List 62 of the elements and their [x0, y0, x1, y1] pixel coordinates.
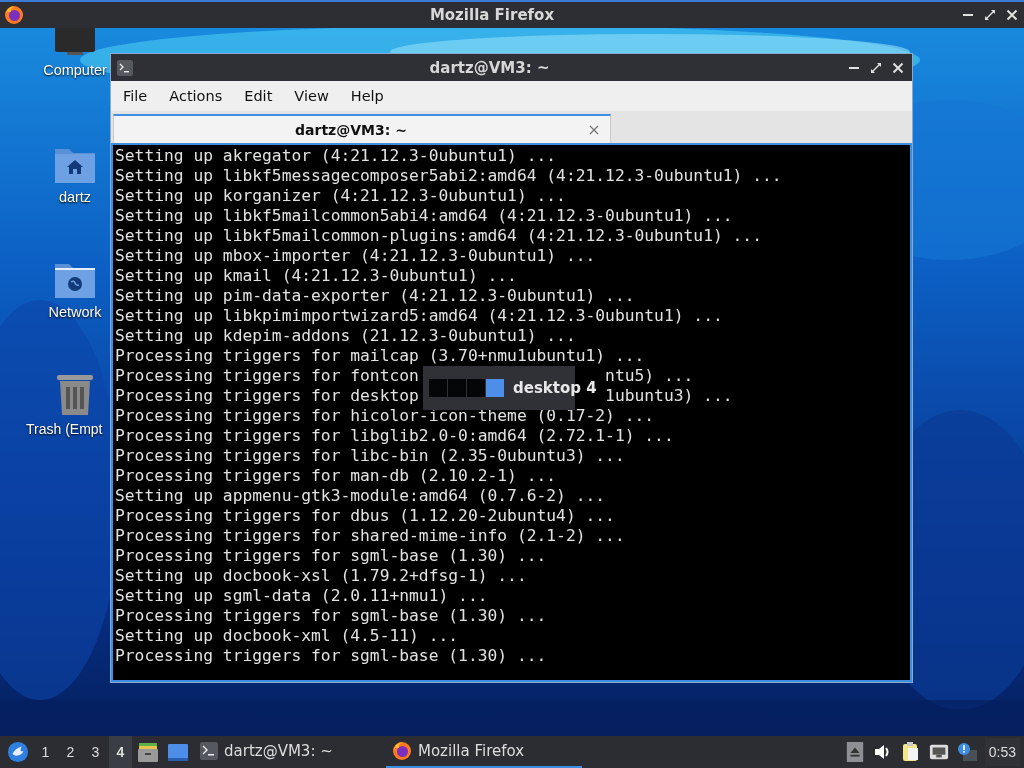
terminal-line: Setting up kmail (4:21.12.3-0ubuntu1) ... — [115, 266, 517, 286]
terminal-line: Setting up kdepim-addons (21.12.3-0ubuntu1) ... — [115, 326, 576, 346]
workspace-button[interactable]: 1 — [34, 736, 57, 768]
icon-label[interactable]: Trash (Empt — [26, 421, 103, 437]
terminal-line: Processing triggers for sgml-base (1.30) ... — [115, 606, 547, 626]
icon-label[interactable]: Network — [48, 304, 102, 320]
terminal-line: Setting up libkf5mailcommon5abi4:amd64 (4:21.12.3-0ubuntu1) ... — [115, 206, 733, 226]
terminal-icon — [200, 742, 218, 760]
terminal-line: Processing triggers for dbus (1.12.20-2ubuntu4) ... — [115, 506, 615, 526]
clipboard-icon[interactable] — [900, 742, 921, 762]
taskbar-task[interactable]: Mozilla Firefox — [386, 736, 582, 768]
terminal-line: 1ubuntu3) ... — [605, 386, 733, 406]
desktop-label: desktop 4 — [513, 379, 597, 397]
terminal-line: Processing triggers for desktop — [115, 386, 419, 406]
window-title: dartz@VM3: ~ — [428, 58, 551, 77]
terminal-line: Setting up docbook-xsl (1.79.2+dfsg-1) ... — [115, 566, 527, 586]
clock[interactable]: 0:53 — [984, 738, 1020, 766]
terminal-line: Setting up mbox-importer (4:21.12.3-0ubuntu1) ... — [115, 246, 596, 266]
start-menu-icon[interactable] — [7, 741, 29, 763]
workspace-button[interactable]: 4 — [109, 736, 132, 768]
firefox-icon — [392, 741, 412, 761]
terminal-line: Processing triggers for shared-mime-info (2.1-2) ... — [115, 526, 625, 546]
computer-icon[interactable] — [53, 26, 97, 56]
window-title: Mozilla Firefox — [428, 6, 556, 24]
terminal-line: Setting up libkf5mailcommon-plugins:amd64 (4:21.12.3-0ubuntu1) ... — [115, 226, 762, 246]
menu-item[interactable]: Edit — [236, 88, 281, 104]
terminal-icon — [117, 59, 133, 76]
terminal-line: Setting up pim-data-exporter (4:21.12.3-0ubuntu1) ... — [115, 286, 635, 306]
terminal-line: Processing triggers for libglib2.0-0:amd64 (2.72.1-1) ... — [115, 426, 674, 446]
terminal-line: Setting up libkpimimportwizard5:amd64 (4:21.12.3-0ubuntu1) ... — [115, 306, 723, 326]
menu-item[interactable]: Help — [342, 88, 392, 104]
terminal-tab[interactable]: dartz@VM3: ~ — [113, 114, 611, 143]
notification-icon[interactable] — [956, 742, 977, 762]
terminal-line: Setting up libkf5messagecomposer5abi2:amd64 (4:21.12.3-0ubuntu1) ... — [115, 166, 782, 186]
terminal-line: Processing triggers for sgml-base (1.30) ... — [115, 546, 547, 566]
workspace-button[interactable]: 3 — [84, 736, 107, 768]
icon-label[interactable]: dartz — [58, 189, 92, 205]
close-icon[interactable] — [1004, 7, 1020, 23]
terminal-line: Processing triggers for mailcap (3.70+nmu1ubuntu1) ... — [115, 346, 645, 366]
menu-item[interactable]: File — [115, 88, 156, 104]
terminal-line: Setting up docbook-xml (4.5-11) ... — [115, 626, 459, 646]
terminal-line: Processing triggers for man-db (2.10.2-1) ... — [115, 466, 557, 486]
terminal-line: Setting up appmenu-gtk3-module:amd64 (0.7.6-2) ... — [115, 486, 606, 506]
icon-label[interactable]: Computer — [43, 62, 107, 78]
terminal-line: Processing triggers for fontcon — [115, 366, 419, 386]
menu-item[interactable]: Actions — [161, 88, 231, 104]
eject-icon[interactable] — [844, 742, 865, 762]
show-desktop-icon[interactable] — [167, 741, 189, 763]
taskbar-task[interactable]: dartz@VM3: ~ — [194, 736, 384, 768]
firefox-icon[interactable] — [4, 5, 24, 25]
terminal-line: Setting up korganizer (4:21.12.3-0ubuntu1) ... — [115, 186, 566, 206]
maximize-icon[interactable] — [982, 7, 998, 23]
terminal-line: Processing triggers for libc-bin (2.35-0ubuntu3) ... — [115, 446, 625, 466]
network-icon[interactable] — [928, 742, 949, 762]
terminal-line: ntu5) ... — [605, 366, 694, 386]
file-cabinet-icon[interactable] — [137, 741, 159, 763]
terminal-line: Processing triggers for hicolor-icon-theme (0.17-2) ... — [115, 406, 655, 426]
menu-item[interactable]: View — [286, 88, 337, 104]
terminal-line: Setting up sgml-data (2.0.11+nmu1) ... — [115, 586, 488, 606]
workspace-button[interactable]: 2 — [59, 736, 82, 768]
terminal-line: Setting up akregator (4:21.12.3-0ubuntu1) ... — [115, 146, 557, 166]
terminal-line: Processing triggers for sgml-base (1.30) ... — [115, 646, 547, 666]
